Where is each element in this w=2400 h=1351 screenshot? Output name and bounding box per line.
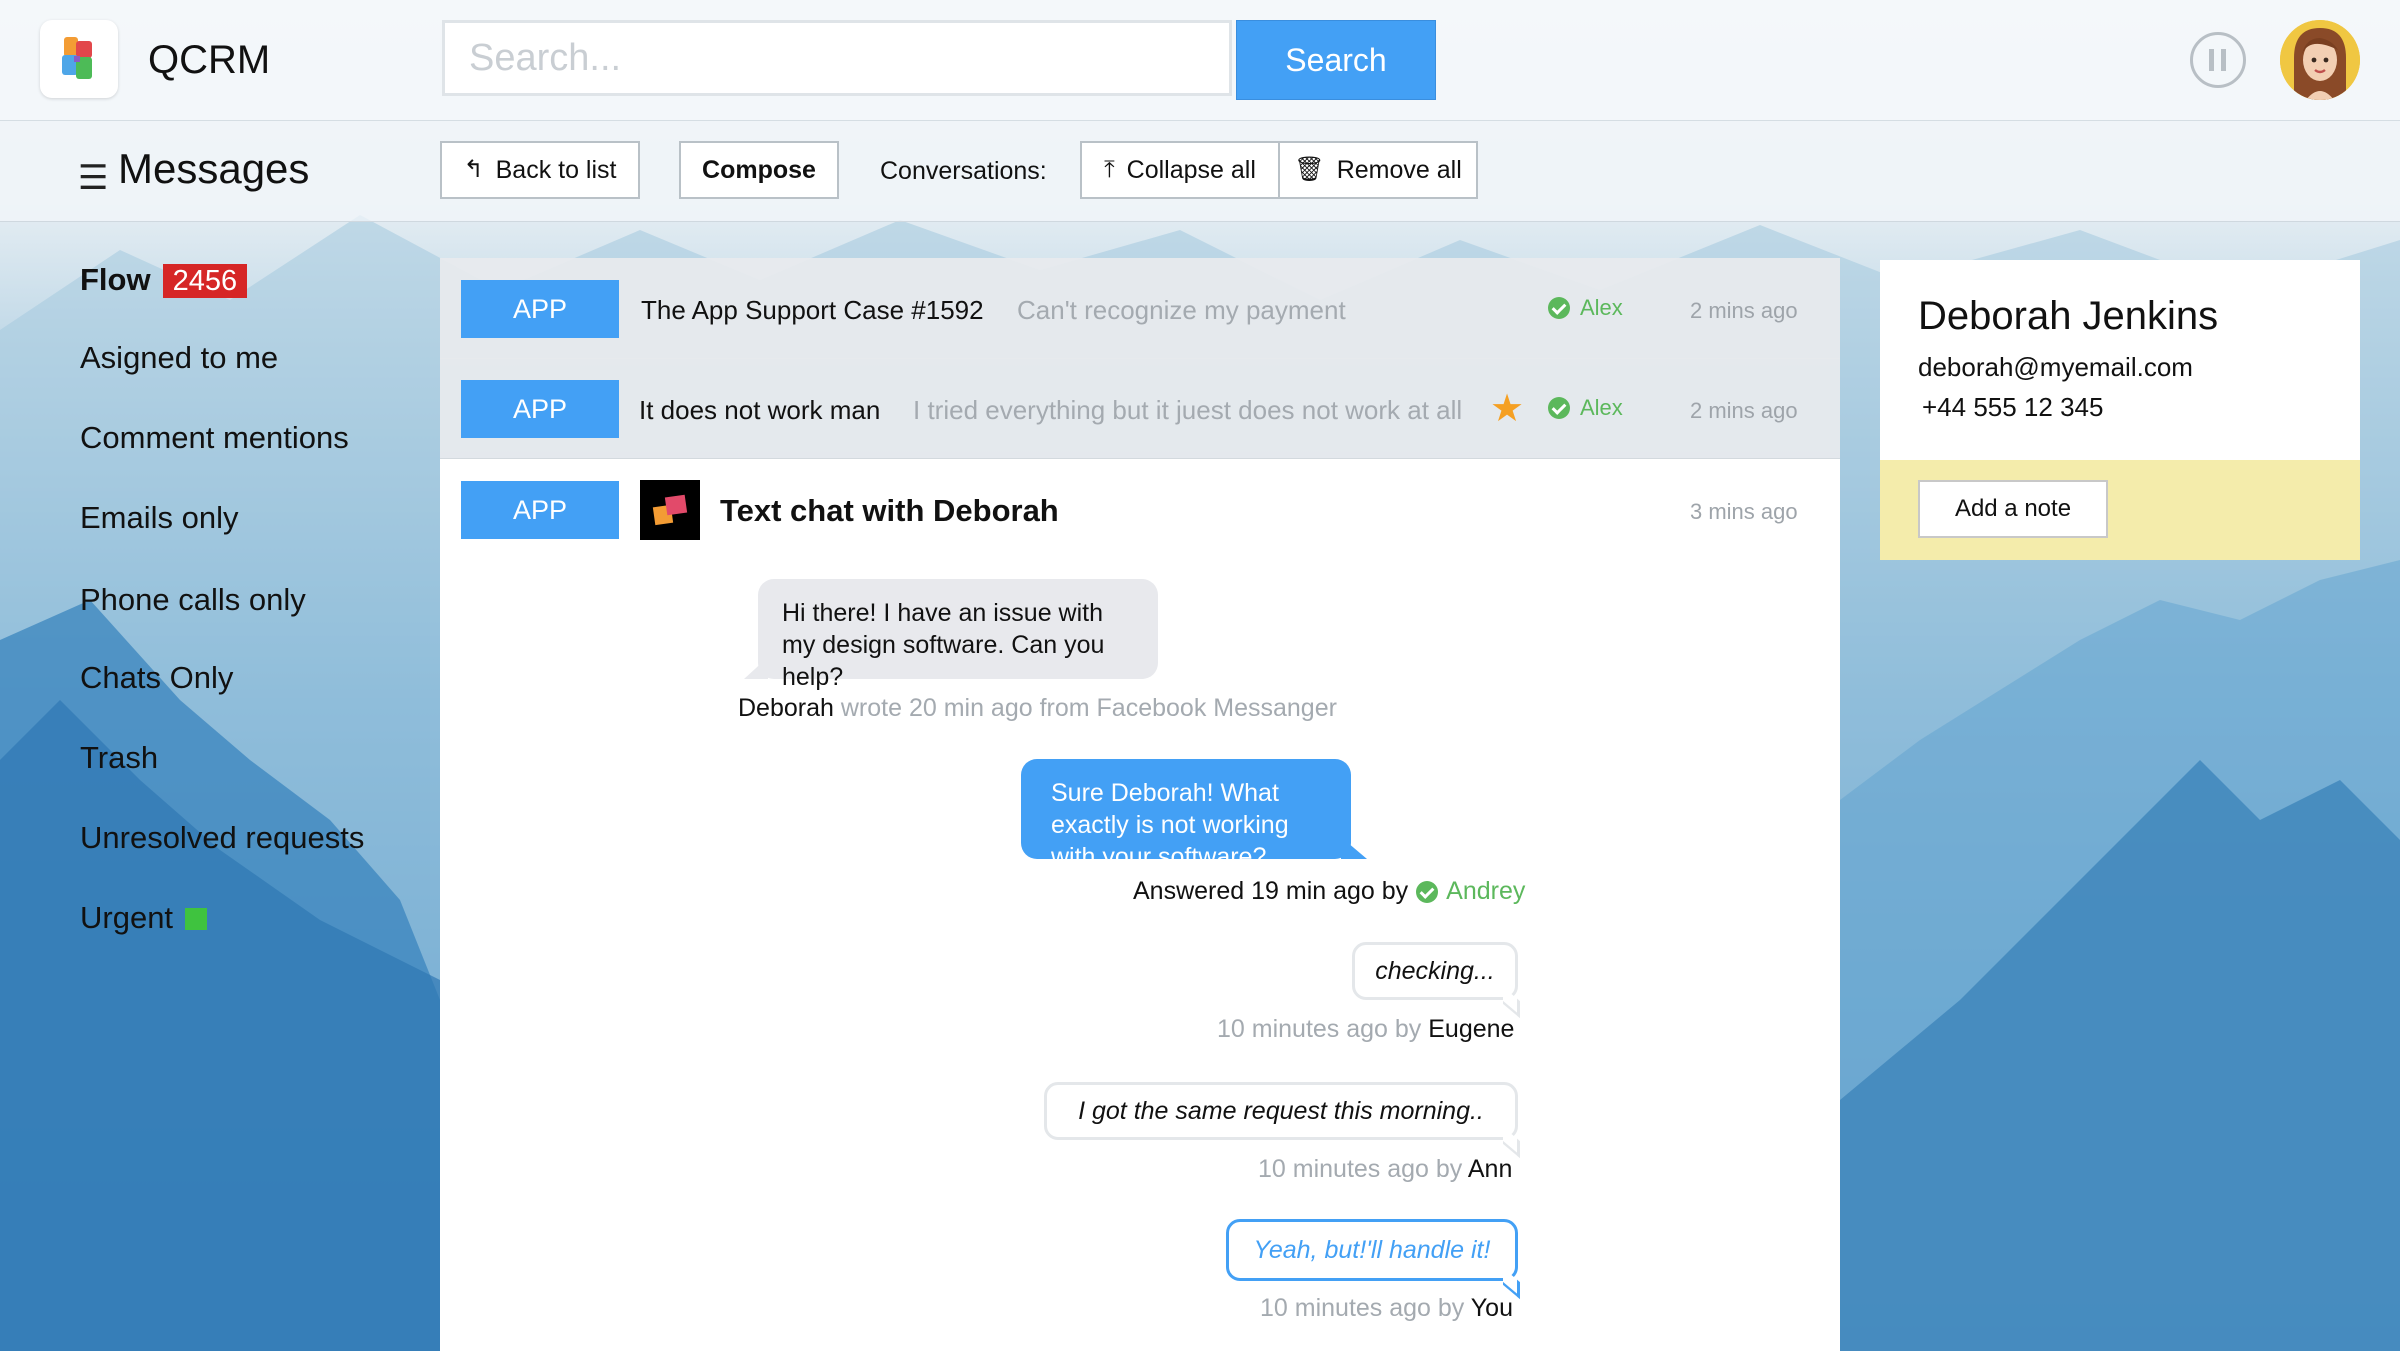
- add-note-button[interactable]: Add a note: [1918, 480, 2108, 538]
- internal-note: I got the same request this morning..: [1044, 1082, 1518, 1140]
- check-icon: [1416, 880, 1439, 903]
- assigned-agent: Alex: [1548, 295, 1623, 321]
- remove-all-label: Remove all: [1336, 155, 1462, 184]
- app-title: QCRM: [148, 38, 271, 82]
- page-title: Messages: [118, 145, 310, 192]
- conversation-list: APP The App Support Case #1592 Can't rec…: [440, 258, 1840, 1351]
- outgoing-meta: Answered 19 min ago by Andrey: [1133, 877, 1525, 906]
- list-item[interactable]: APP It does not work man I tried everyth…: [440, 358, 1840, 459]
- back-arrow-icon: ↰: [463, 156, 484, 183]
- my-note: Yeah, but!'ll handle it!: [1226, 1219, 1518, 1281]
- search-input[interactable]: [442, 20, 1232, 96]
- contact-email[interactable]: deborah@myemail.com: [1918, 352, 2193, 383]
- design-app-icon: [640, 480, 700, 540]
- sidebar-item-phone-calls[interactable]: Phone calls only: [80, 582, 306, 618]
- contact-name: Deborah Jenkins: [1918, 294, 2219, 338]
- note-meta: 10 minutes ago by Eugene: [1217, 1015, 1514, 1044]
- note-meta-text: 10 minutes ago by: [1217, 1015, 1422, 1043]
- answering-agent: Andrey: [1446, 877, 1526, 905]
- note-author: Eugene: [1428, 1015, 1515, 1043]
- contact-phone[interactable]: +44 555 12 345: [1922, 392, 2103, 423]
- incoming-meta: Deborah wrote 20 min ago from Facebook M…: [738, 694, 1337, 723]
- note-meta-text: 10 minutes ago by: [1258, 1155, 1463, 1183]
- note-meta: 10 minutes ago by Ann: [1258, 1155, 1512, 1184]
- remove-all-button[interactable]: 🗑 Remove all: [1278, 141, 1478, 199]
- agent-name: Alex: [1580, 395, 1623, 420]
- contact-card: Deborah Jenkins deborah@myemail.com +44 …: [1880, 260, 2360, 460]
- check-icon: [1548, 297, 1570, 319]
- avatar[interactable]: [2280, 20, 2360, 100]
- sidebar-item-urgent-label: Urgent: [80, 900, 174, 935]
- sidebar-item-chats[interactable]: Chats Only: [80, 660, 233, 696]
- row-subject: It does not work man: [639, 395, 881, 425]
- sidebar-item-emails[interactable]: Emails only: [80, 500, 239, 536]
- note-meta-text: 10 minutes ago by: [1260, 1294, 1465, 1322]
- assigned-agent: Alex: [1548, 395, 1623, 421]
- chat-timestamp: 3 mins ago: [1690, 499, 1798, 524]
- toolbar: ☰ Messages ↰ Back to list Compose Conver…: [0, 121, 2400, 222]
- top-bar: QCRM Search: [0, 0, 2400, 121]
- note-author: Ann: [1467, 1155, 1513, 1183]
- conversations-label: Conversations:: [880, 157, 1047, 185]
- message-author: Deborah: [738, 694, 834, 722]
- user-avatar-image: [2280, 20, 2360, 100]
- note-author: You: [1470, 1294, 1513, 1322]
- internal-note: checking...: [1352, 942, 1518, 1000]
- flow-count-badge: 2456: [162, 264, 248, 298]
- row-preview: I tried everything but it juest does not…: [913, 395, 1463, 425]
- app-badge: APP: [461, 280, 619, 338]
- menu-icon[interactable]: ☰: [78, 158, 108, 198]
- answered-text: Answered 19 min ago by: [1133, 877, 1409, 905]
- message-meta-text: wrote 20 min ago from Facebook Messanger: [840, 694, 1337, 722]
- collapse-all-button[interactable]: ⤒ Collapse all: [1080, 141, 1280, 199]
- chat-source-logo: [640, 480, 700, 540]
- chat-title: Text chat with Deborah: [720, 493, 1059, 528]
- app-badge: APP: [461, 481, 619, 539]
- note-meta: 10 minutes ago by You: [1260, 1294, 1513, 1323]
- chat-thread: APP Text chat with Deborah 3 mins ago Hi…: [440, 459, 1840, 1351]
- collapse-icon: ⤒: [1104, 156, 1115, 183]
- sidebar-item-comment-mentions[interactable]: Comment mentions: [80, 420, 349, 456]
- app-badge: APP: [461, 380, 619, 438]
- row-preview: Can't recognize my payment: [1017, 295, 1346, 325]
- star-icon[interactable]: ★: [1490, 386, 1524, 431]
- incoming-message: Hi there! I have an issue with my design…: [744, 579, 1158, 691]
- search-button[interactable]: Search: [1236, 20, 1436, 100]
- row-timestamp: 2 mins ago: [1690, 298, 1798, 323]
- sidebar-item-assigned[interactable]: Asigned to me: [80, 340, 278, 376]
- sidebar-item-flow[interactable]: Flow 2456: [80, 262, 248, 298]
- note-panel: Add a note: [1880, 460, 2360, 560]
- collapse-all-label: Collapse all: [1126, 155, 1256, 184]
- list-item[interactable]: APP The App Support Case #1592 Can't rec…: [440, 258, 1840, 359]
- row-timestamp: 2 mins ago: [1690, 398, 1798, 423]
- sidebar-item-urgent[interactable]: Urgent: [80, 900, 208, 936]
- sidebar: Flow 2456 Asigned to me Comment mentions …: [0, 222, 440, 1022]
- trash-icon: 🗑: [1294, 156, 1325, 183]
- back-to-list-label: Back to list: [495, 155, 617, 184]
- app-logo-icon: [62, 37, 92, 79]
- sidebar-item-unresolved[interactable]: Unresolved requests: [80, 820, 364, 856]
- sidebar-item-trash[interactable]: Trash: [80, 740, 158, 776]
- row-subject: The App Support Case #1592: [641, 295, 984, 325]
- agent-name: Alex: [1580, 295, 1623, 320]
- pause-icon[interactable]: [2190, 32, 2246, 88]
- back-to-list-button[interactable]: ↰ Back to list: [440, 141, 640, 199]
- flow-label: Flow: [80, 262, 151, 297]
- urgent-indicator: [185, 908, 208, 930]
- app-logo[interactable]: [40, 20, 118, 98]
- compose-button[interactable]: Compose: [679, 141, 839, 199]
- check-icon: [1548, 397, 1570, 419]
- compose-label: Compose: [702, 155, 816, 184]
- outgoing-message: Sure Deborah! What exactly is not workin…: [1021, 759, 1367, 871]
